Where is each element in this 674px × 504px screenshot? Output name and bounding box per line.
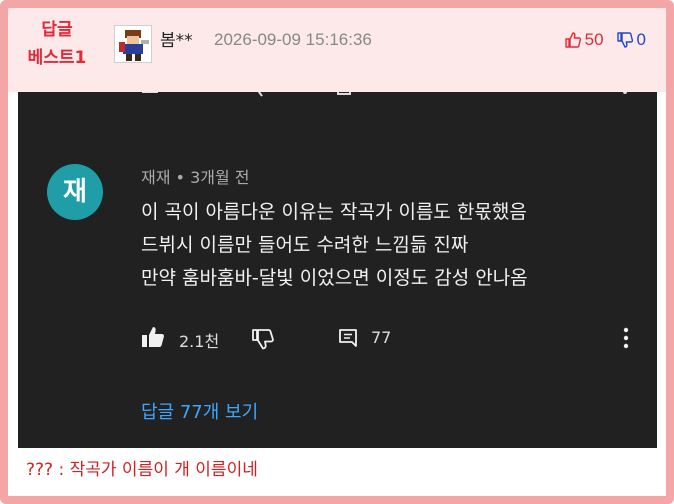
post-header: 답글 베스트1 봄** 2026-09-09 15:16:36 50 0 — [8, 8, 666, 92]
thumbs-down-icon — [252, 329, 274, 350]
avatar-character-icon — [115, 26, 151, 62]
comment-actions: 2.1천 77 — [141, 324, 641, 352]
like-count: 2.1천 — [179, 332, 220, 351]
comment-text: 이 곡이 아름다운 이유는 작곡가 이름도 한몫했음 드뷔시 이름만 들어도 수… — [141, 196, 528, 295]
thumbs-up-icon — [142, 327, 164, 347]
comment-author[interactable]: 재재 — [141, 168, 170, 187]
comment-meta: 재재 • 3개월 전 — [141, 164, 250, 188]
badge-line1: 답글 — [41, 20, 73, 40]
downvote-button[interactable]: 0 — [616, 30, 646, 50]
comment-line: 드뷔시 이름만 들어도 수려한 느낌듦 진짜 — [141, 234, 469, 256]
comment-line: 만약 훔바훔바-달빛 이었으면 이정도 감성 안나옴 — [141, 267, 528, 289]
comment-line: 이 곡이 아름다운 이유는 작곡가 이름도 한몫했음 — [141, 201, 527, 223]
downvote-count: 0 — [636, 30, 646, 49]
thumbs-down-icon — [616, 32, 633, 48]
upvote-button[interactable]: 50 — [564, 30, 604, 50]
post-caption: ??? : 작곡가 이름이 개 이름이네 — [26, 460, 258, 480]
view-replies-link[interactable]: 답글 77개 보기 — [141, 398, 258, 424]
reply-count: 77 — [371, 328, 392, 347]
best-reply-badge: 답글 베스트1 — [22, 16, 92, 72]
comment-time: 3개월 전 — [190, 168, 250, 187]
upvote-count: 50 — [584, 30, 604, 49]
commenter-avatar[interactable]: 재 — [47, 164, 103, 220]
user-avatar[interactable] — [114, 25, 152, 63]
comment-icon — [339, 329, 357, 347]
thumbs-up-icon — [564, 32, 581, 48]
vote-counts: 50 0 — [564, 30, 646, 50]
youtube-comment-screenshot: 재 재재 • 3개월 전 이 곡이 아름다운 이유는 작곡가 이름도 한몫했음 … — [18, 92, 657, 448]
dislike-button[interactable] — [251, 328, 275, 354]
meta-separator: • — [175, 168, 185, 187]
username[interactable]: 봄** — [160, 26, 193, 51]
more-options-button[interactable] — [622, 326, 630, 354]
cropped-action-icons — [142, 92, 627, 97]
badge-line2: 베스트1 — [27, 48, 87, 68]
vertical-dots-icon — [623, 327, 629, 349]
like-button[interactable] — [141, 326, 165, 352]
reply-button[interactable] — [337, 327, 359, 353]
post-timestamp: 2026-09-09 15:16:36 — [214, 30, 372, 49]
